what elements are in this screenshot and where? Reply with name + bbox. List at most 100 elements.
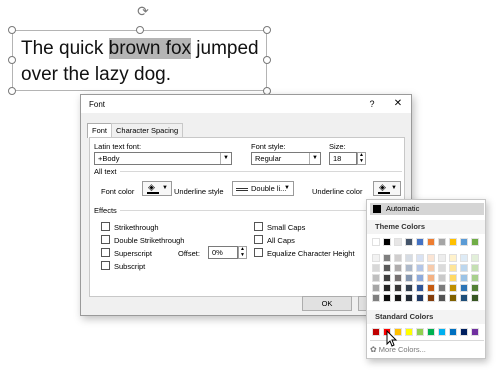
offset-spinner[interactable]: ▲ ▼ — [238, 246, 247, 259]
theme-color-swatch[interactable] — [405, 238, 413, 246]
rotate-handle-icon[interactable]: ⟳ — [135, 3, 151, 19]
help-button[interactable]: ? — [365, 97, 379, 111]
theme-shade-swatch[interactable] — [383, 294, 391, 302]
theme-color-swatch[interactable] — [372, 238, 380, 246]
standard-color-swatch[interactable] — [416, 328, 424, 336]
theme-shade-swatch[interactable] — [460, 294, 468, 302]
theme-shade-swatch[interactable] — [372, 284, 380, 292]
tab-font[interactable]: Font — [87, 123, 113, 138]
theme-shade-swatch[interactable] — [449, 254, 457, 262]
paint-bucket-icon: ◈ — [148, 182, 155, 192]
theme-shade-swatch[interactable] — [383, 254, 391, 262]
theme-shade-swatch[interactable] — [449, 264, 457, 272]
theme-shade-swatch[interactable] — [471, 264, 479, 272]
theme-shade-swatch[interactable] — [449, 284, 457, 292]
latin-font-value: +Body — [98, 154, 120, 163]
equalize-height-checkbox[interactable] — [254, 248, 263, 257]
strikethrough-checkbox[interactable] — [101, 222, 110, 231]
theme-shade-swatch[interactable] — [394, 254, 402, 262]
superscript-checkbox[interactable] — [101, 248, 110, 257]
theme-shade-swatch[interactable] — [471, 294, 479, 302]
theme-shade-swatch[interactable] — [372, 264, 380, 272]
theme-shade-swatch[interactable] — [405, 284, 413, 292]
resize-handle-top-right[interactable] — [263, 26, 271, 34]
theme-shade-swatch[interactable] — [405, 294, 413, 302]
size-spinner[interactable]: ▲ ▼ — [357, 152, 366, 165]
theme-shade-swatch[interactable] — [460, 284, 468, 292]
standard-color-swatch[interactable] — [405, 328, 413, 336]
close-button[interactable]: ✕ — [391, 97, 405, 111]
theme-shade-swatch[interactable] — [416, 264, 424, 272]
theme-shade-swatch[interactable] — [372, 254, 380, 262]
standard-color-swatch[interactable] — [471, 328, 479, 336]
theme-color-swatch[interactable] — [438, 238, 446, 246]
theme-shade-swatch[interactable] — [471, 254, 479, 262]
theme-shade-swatch[interactable] — [438, 294, 446, 302]
theme-shade-swatch[interactable] — [383, 264, 391, 272]
theme-color-swatch[interactable] — [394, 238, 402, 246]
theme-shade-swatch[interactable] — [405, 274, 413, 282]
theme-shade-swatch[interactable] — [383, 274, 391, 282]
offset-input[interactable]: 0% — [208, 246, 238, 259]
standard-color-swatch[interactable] — [372, 328, 380, 336]
theme-shade-swatch[interactable] — [405, 254, 413, 262]
theme-shade-swatch[interactable] — [427, 254, 435, 262]
theme-color-swatch[interactable] — [460, 238, 468, 246]
ok-button[interactable]: OK — [302, 296, 352, 311]
theme-shade-swatch[interactable] — [394, 264, 402, 272]
standard-color-swatch[interactable] — [427, 328, 435, 336]
theme-shade-swatch[interactable] — [416, 274, 424, 282]
small-caps-checkbox[interactable] — [254, 222, 263, 231]
theme-shade-swatch[interactable] — [383, 284, 391, 292]
theme-shade-swatch[interactable] — [394, 294, 402, 302]
theme-shade-swatch[interactable] — [394, 284, 402, 292]
tab-character-spacing[interactable]: Character Spacing — [111, 123, 184, 137]
theme-shade-swatch[interactable] — [416, 284, 424, 292]
automatic-color-option[interactable]: Automatic — [370, 203, 484, 215]
all-caps-checkbox[interactable] — [254, 235, 263, 244]
theme-shade-swatch[interactable] — [427, 294, 435, 302]
underline-color-button[interactable]: ◈ ▼ — [373, 181, 401, 196]
theme-shade-swatch[interactable] — [438, 284, 446, 292]
theme-shade-swatch[interactable] — [471, 274, 479, 282]
theme-shade-swatch[interactable] — [416, 254, 424, 262]
double-strikethrough-checkbox[interactable] — [101, 235, 110, 244]
theme-shade-swatch[interactable] — [460, 274, 468, 282]
theme-shade-swatch[interactable] — [449, 274, 457, 282]
standard-color-swatch[interactable] — [438, 328, 446, 336]
theme-shade-swatch[interactable] — [372, 274, 380, 282]
chevron-down-icon: ▼ — [162, 185, 168, 191]
standard-color-swatch[interactable] — [460, 328, 468, 336]
theme-shade-swatch[interactable] — [416, 294, 424, 302]
font-color-button[interactable]: ◈ ▼ — [142, 181, 172, 196]
theme-shade-swatch[interactable] — [427, 274, 435, 282]
theme-color-swatch[interactable] — [383, 238, 391, 246]
slide-text[interactable]: The quick brown fox jumped over the lazy… — [21, 36, 266, 88]
theme-shade-swatch[interactable] — [438, 274, 446, 282]
theme-shade-swatch[interactable] — [460, 254, 468, 262]
theme-shade-swatch[interactable] — [405, 264, 413, 272]
resize-handle-top-left[interactable] — [8, 26, 16, 34]
theme-color-swatch[interactable] — [471, 238, 479, 246]
latin-font-select[interactable]: +Body ▼ — [94, 152, 232, 165]
theme-shade-swatch[interactable] — [460, 264, 468, 272]
subscript-checkbox[interactable] — [101, 261, 110, 270]
theme-shade-swatch[interactable] — [438, 264, 446, 272]
theme-shade-swatch[interactable] — [449, 294, 457, 302]
theme-shade-swatch[interactable] — [438, 254, 446, 262]
underline-style-select[interactable]: Double li... ▼ — [232, 181, 294, 196]
theme-shade-swatch[interactable] — [394, 274, 402, 282]
resize-handle-middle-left[interactable] — [8, 56, 16, 64]
theme-shade-swatch[interactable] — [471, 284, 479, 292]
font-style-select[interactable]: Regular ▼ — [251, 152, 321, 165]
resize-handle-bottom-left[interactable] — [8, 87, 16, 95]
resize-handle-top-center[interactable] — [136, 26, 144, 34]
theme-color-swatch[interactable] — [416, 238, 424, 246]
standard-color-swatch[interactable] — [449, 328, 457, 336]
theme-shade-swatch[interactable] — [427, 284, 435, 292]
theme-color-swatch[interactable] — [449, 238, 457, 246]
theme-color-swatch[interactable] — [427, 238, 435, 246]
theme-shade-swatch[interactable] — [427, 264, 435, 272]
size-input[interactable]: 18 — [329, 152, 357, 165]
theme-shade-swatch[interactable] — [372, 294, 380, 302]
